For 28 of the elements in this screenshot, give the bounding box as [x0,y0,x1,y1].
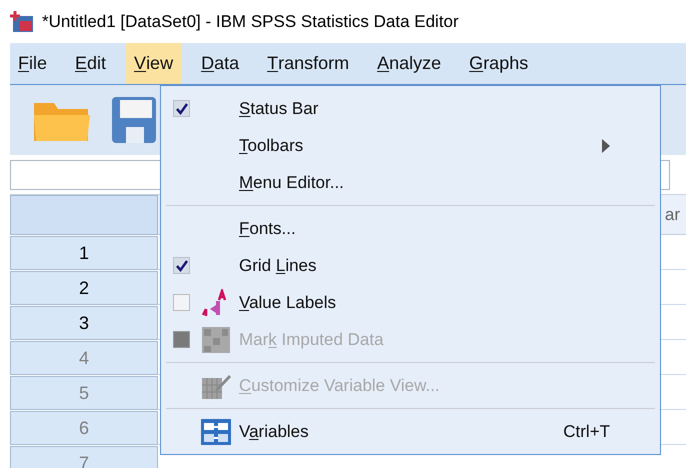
shortcut: Ctrl+T [563,420,610,443]
submenu-arrow-icon [602,138,610,152]
window-title: *Untitled1 [DataSet0] - IBM SPSS Statistics Data Editor [42,10,459,33]
menu[interactable]: Graphs [461,43,536,84]
menu[interactable]: File [10,43,56,84]
menu[interactable]: View [126,43,182,84]
menu-item[interactable]: Toolbars [161,127,660,164]
row-header[interactable]: 2 [10,271,158,305]
menu[interactable]: Data [193,43,248,84]
menu[interactable]: Transform [259,43,358,84]
row-header[interactable]: 1 [10,236,158,270]
menu-item[interactable]: Grid Lines [161,247,660,284]
variables-icon [201,418,231,444]
row-header[interactable]: 3 [10,306,158,340]
column-header: ar [664,204,680,226]
app-icon [10,10,34,32]
menu[interactable]: Analyze [369,43,450,84]
save-icon[interactable] [112,97,156,143]
menu-item[interactable]: Variables Ctrl+T [161,413,660,450]
menu-item[interactable]: Status Bar [161,90,660,127]
grid-icon [201,326,231,354]
menu[interactable]: Edit [67,43,114,84]
checkbox[interactable] [173,294,190,311]
checkbox[interactable] [173,100,190,117]
checkbox[interactable] [173,257,190,274]
menu-item[interactable]: Menu Editor... [161,164,660,201]
menu-item[interactable]: Fonts... [161,210,660,247]
menu-item[interactable]: Value Labels [161,284,660,321]
